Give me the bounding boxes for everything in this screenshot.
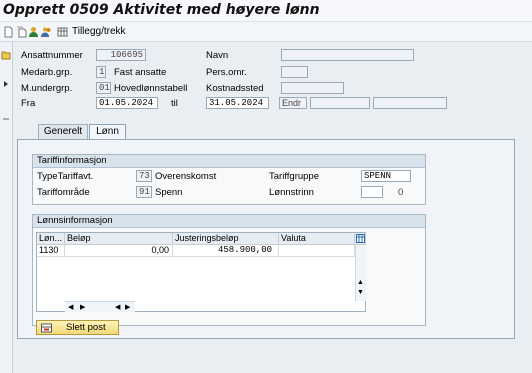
tariff-group-title: Tariffinformasjon	[33, 155, 425, 168]
tillegg-trekk-button[interactable]: Tillegg/trekk	[72, 26, 126, 37]
tariffomrade-field: 91	[136, 186, 152, 198]
type-tariffavt-field: 73	[136, 170, 152, 182]
row-1-justeringsbelop[interactable]: 458.900,00	[173, 245, 279, 257]
row-1-belop[interactable]: 0,00	[65, 245, 173, 257]
scroll-left-icon[interactable]: ◀	[68, 303, 73, 311]
tariffgruppe-input[interactable]: SPENN	[361, 170, 411, 182]
person-icon[interactable]	[28, 26, 39, 38]
column-header-lonnart[interactable]: Løn...	[37, 233, 65, 245]
lonn-group-title: Lønnsinformasjon	[33, 215, 425, 228]
scroll-up-icon[interactable]: ▲	[357, 279, 364, 286]
kostnadssted-label: Kostnadssted	[206, 83, 264, 94]
table-settings-cell	[355, 233, 366, 245]
tab-lonn[interactable]: Lønn	[89, 124, 126, 139]
column-header-justeringsbelop[interactable]: Justeringsbeløp	[173, 233, 279, 245]
scroll-down-icon[interactable]: ▼	[357, 289, 364, 296]
lonnstrinn-label: Lønnstrinn	[269, 187, 314, 198]
fra-label: Fra	[21, 98, 36, 109]
document-icon[interactable]	[3, 26, 14, 38]
row-1-lonnart: 1130	[37, 245, 65, 257]
navn-label: Navn	[206, 50, 229, 61]
navn-field	[281, 49, 414, 61]
type-tariffavt-label: TypeTariffavt.	[37, 171, 94, 182]
table-icon[interactable]	[57, 26, 68, 38]
type-tariffavt-text: Overenskomst	[155, 171, 217, 182]
expand-arrow-icon[interactable]	[3, 80, 9, 88]
row-1-valuta[interactable]	[279, 245, 355, 257]
collapse-handle-icon[interactable]	[2, 116, 10, 122]
lonnstrinn-input[interactable]	[361, 186, 383, 198]
delete-row-icon	[41, 323, 52, 333]
kostnadssted-field	[281, 82, 344, 94]
medarb-grp-label: Medarb.grp.	[21, 67, 73, 78]
left-navigation-strip	[0, 42, 13, 373]
folder-icon[interactable]	[1, 50, 11, 60]
scroll-right-icon[interactable]: ▶	[80, 303, 85, 311]
endr-label: Endr	[279, 97, 307, 109]
lonn-table[interactable]: Løn... Beløp Justeringsbeløp Valuta 1130…	[36, 232, 366, 312]
table-horizontal-scrollbar[interactable]: ◀ ▶ ◀ ▶	[65, 301, 135, 312]
ansattnummer-label: Ansattnummer	[21, 50, 83, 61]
m-undergrp-field: 01	[96, 82, 111, 94]
people-icon[interactable]	[41, 26, 52, 38]
application-toolbar: Tillegg/trekk	[0, 22, 532, 42]
pers-omr-field	[281, 66, 308, 78]
copy-icon[interactable]	[16, 26, 27, 38]
table-vertical-scrollbar[interactable]: ▲ ▼	[355, 245, 366, 301]
window-title: Opprett 0509 Aktivitet med høyere lønn	[3, 2, 320, 18]
endr-field-1	[310, 97, 370, 109]
column-header-valuta[interactable]: Valuta	[279, 233, 355, 245]
tab-generelt[interactable]: Generelt	[38, 124, 88, 139]
til-date-input[interactable]: 31.05.2024	[206, 97, 269, 109]
endr-field-2	[373, 97, 447, 109]
medarb-grp-field: 1	[96, 66, 106, 78]
tariffomrade-text: Spenn	[155, 187, 183, 198]
scroll-right-end-icon[interactable]: ▶	[125, 303, 130, 311]
lonnstrinn-extra: 0	[398, 187, 404, 198]
slett-post-label: Slett post	[66, 322, 106, 333]
table-settings-icon[interactable]	[356, 234, 365, 243]
fra-date-input[interactable]: 01.05.2024	[96, 97, 158, 109]
pers-omr-label: Pers.omr.	[206, 67, 247, 78]
medarb-grp-text: Fast ansatte	[114, 67, 167, 78]
ansattnummer-field: 106695	[96, 49, 146, 61]
scroll-left-end-icon[interactable]: ◀	[115, 303, 120, 311]
title-bar: Opprett 0509 Aktivitet med høyere lønn	[0, 0, 532, 22]
slett-post-button[interactable]: Slett post	[36, 320, 119, 335]
m-undergrp-label: M.undergrp.	[21, 83, 73, 94]
tariffomrade-label: Tariffområde	[37, 187, 90, 198]
til-label: til	[171, 98, 178, 109]
column-header-belop[interactable]: Beløp	[65, 233, 173, 245]
tariffgruppe-label: Tariffgruppe	[269, 171, 319, 182]
m-undergrp-text: Hovedlønnstabell	[114, 83, 188, 94]
